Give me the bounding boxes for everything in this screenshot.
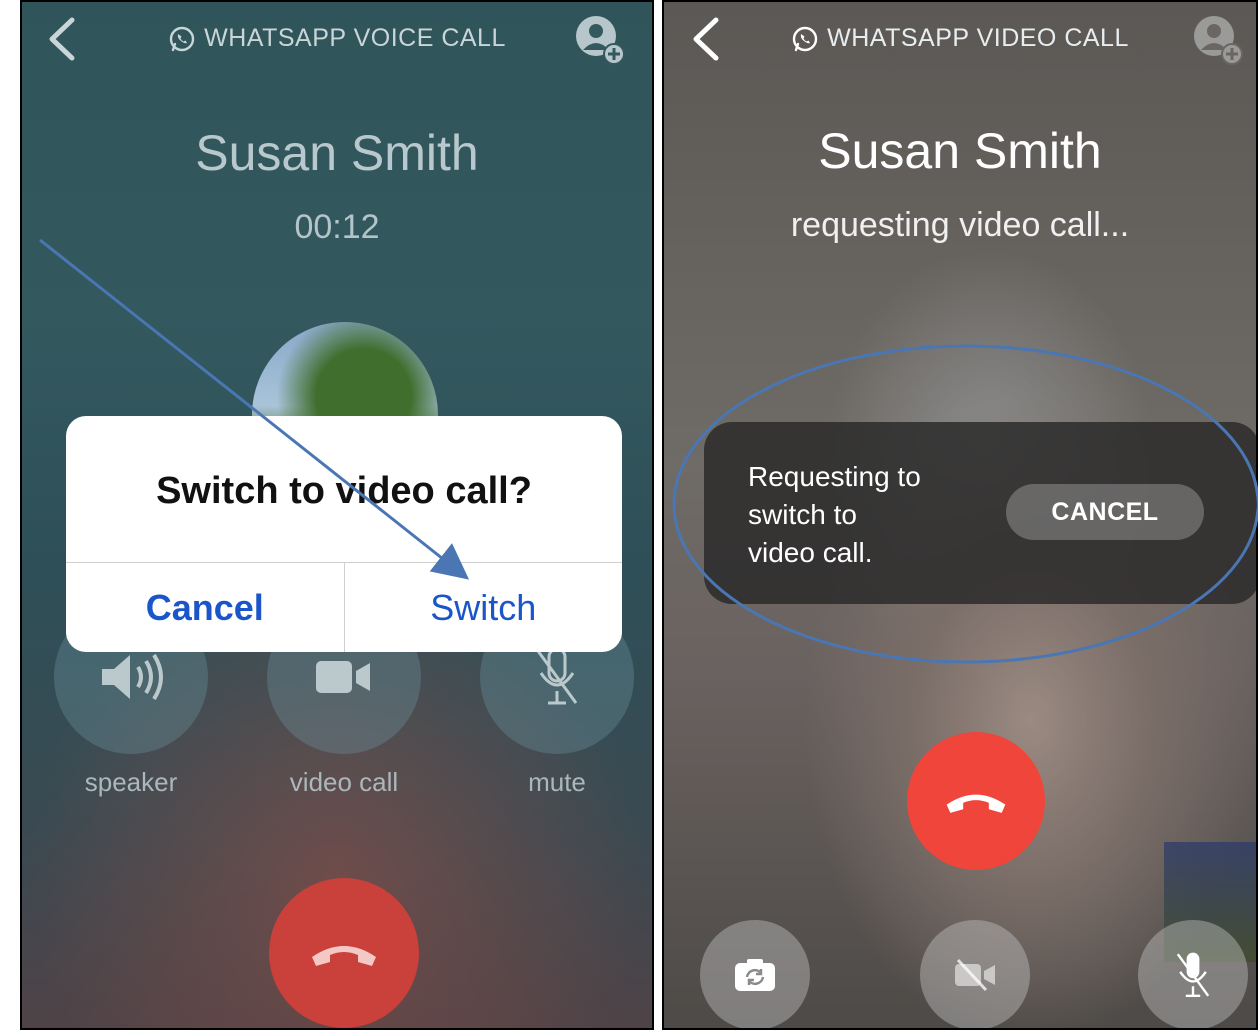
call-status: requesting video call... [790, 206, 1130, 244]
toast-message: Requesting to switch to video call. [748, 458, 988, 572]
toast-line-3: video call. [748, 537, 873, 568]
video-off-button[interactable] [920, 920, 1030, 1028]
caller-name: Susan Smith [195, 125, 479, 181]
phone-hangup-icon [312, 946, 376, 966]
dialog-switch-button[interactable]: Switch [345, 563, 623, 652]
end-call-button[interactable] [269, 878, 419, 1028]
speaker-icon [102, 653, 163, 701]
call-type-header: WHATSAPP VOICE CALL [22, 24, 652, 53]
add-participant-icon[interactable] [1192, 14, 1244, 66]
whatsapp-icon [792, 26, 818, 51]
header-title: WHATSAPP VOICE CALL [204, 24, 506, 52]
toast-line-1: Requesting to [748, 461, 921, 492]
speaker-label: speaker [84, 767, 178, 797]
add-participant-icon[interactable] [574, 14, 626, 66]
caller-name: Susan Smith [818, 123, 1102, 179]
header-title: WHATSAPP VIDEO CALL [827, 24, 1129, 52]
video-off-icon [955, 958, 995, 992]
microphone-muted-icon [1176, 952, 1210, 997]
video-camera-icon [316, 661, 370, 693]
dialog-cancel-button[interactable]: Cancel [66, 563, 345, 652]
mute-button[interactable] [1138, 920, 1248, 1028]
video-call-screen: WHATSAPP VIDEO CALL Susan Smith requesti… [662, 0, 1258, 1030]
video-call-label: video call [289, 767, 399, 797]
whatsapp-icon [169, 26, 195, 51]
call-duration: 00:12 [294, 208, 380, 246]
switch-video-dialog: Switch to video call? Cancel Switch [66, 416, 622, 652]
dialog-title: Switch to video call? [156, 470, 532, 512]
microphone-muted-icon [536, 647, 578, 705]
voice-call-screen: WHATSAPP VOICE CALL Susan Smith 00:12 sp… [20, 0, 654, 1030]
mute-label: mute [528, 767, 586, 797]
end-call-button[interactable] [907, 732, 1045, 870]
switch-camera-button[interactable] [700, 920, 810, 1028]
switch-camera-icon [735, 959, 775, 991]
toast-line-2: switch to [748, 499, 857, 530]
call-type-header: WHATSAPP VIDEO CALL [664, 24, 1256, 53]
switch-request-toast: Requesting to switch to video call. CANC… [704, 422, 1256, 604]
phone-hangup-icon [946, 794, 1006, 813]
toast-cancel-button[interactable]: CANCEL [1006, 484, 1204, 540]
dialog-actions: Cancel Switch [66, 562, 622, 652]
